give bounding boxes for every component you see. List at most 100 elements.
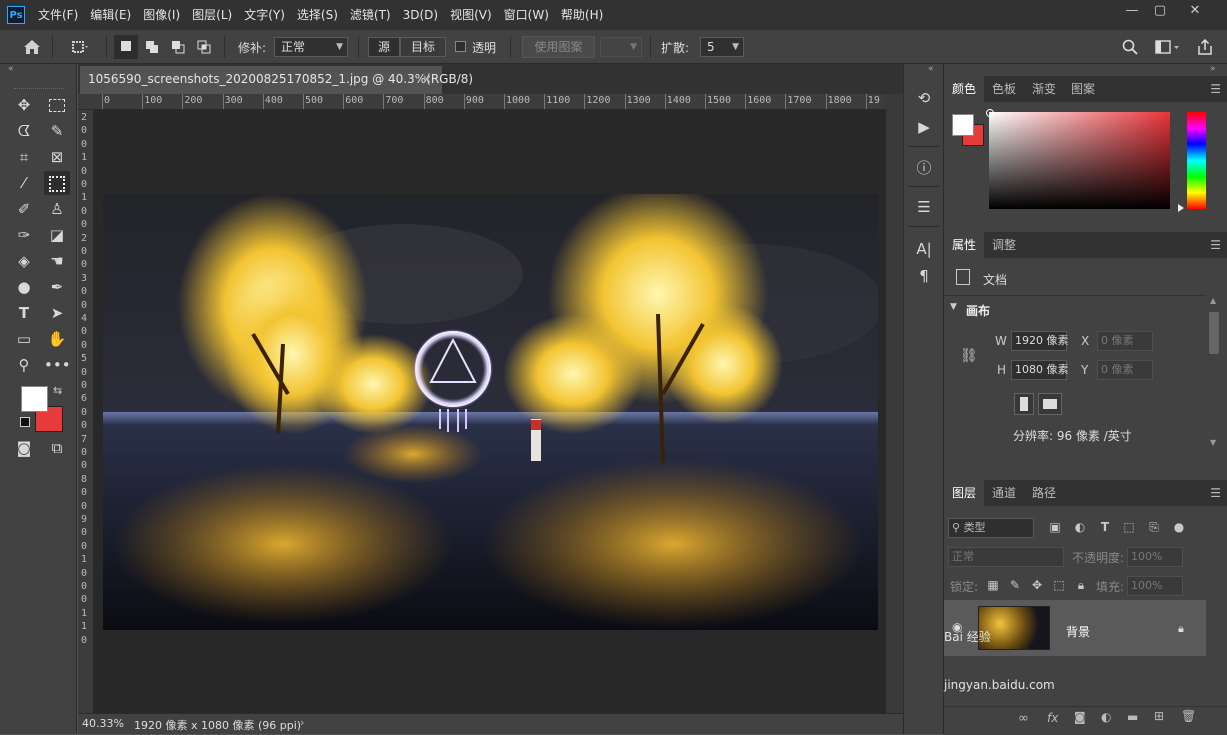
document-tab[interactable]: 1056590_screenshots_20200825170852_1.jpg…: [80, 66, 473, 94]
collapse-icon[interactable]: «: [8, 64, 14, 74]
tab-paths[interactable]: 路径: [1024, 480, 1064, 506]
chevron-down-icon[interactable]: ▼: [950, 302, 957, 312]
new-selection-icon[interactable]: [114, 35, 138, 59]
home-icon[interactable]: [20, 35, 44, 59]
share-icon[interactable]: [1193, 35, 1217, 59]
clone-source-icon[interactable]: ☰: [911, 195, 937, 219]
move-tool-icon[interactable]: ✥: [11, 93, 37, 117]
lasso-tool-icon[interactable]: ᗧ: [11, 119, 37, 143]
type-tool-icon[interactable]: T: [11, 301, 37, 325]
tab-swatches[interactable]: 色板: [984, 76, 1024, 102]
tab-channels[interactable]: 通道: [984, 480, 1024, 506]
patch-mode-select[interactable]: 正常 ▼: [274, 37, 348, 57]
menu-file[interactable]: 文件(F): [32, 0, 84, 30]
portrait-orientation-icon[interactable]: [1014, 393, 1034, 415]
panel-menu-icon[interactable]: ☰: [1210, 76, 1221, 102]
rectangle-tool-icon[interactable]: ▭: [11, 327, 37, 351]
link-layers-icon[interactable]: ∞: [1018, 711, 1029, 726]
canvas-area[interactable]: [94, 110, 886, 713]
status-arrow-icon[interactable]: ›: [300, 716, 304, 729]
height-field[interactable]: 1080 像素: [1011, 360, 1069, 380]
collapse-panels-icon[interactable]: »: [1210, 64, 1216, 74]
scroll-down-icon[interactable]: ▼: [1210, 438, 1216, 447]
workspace-icon[interactable]: [1148, 35, 1188, 59]
filter-smart-object-icon[interactable]: ⎘: [1145, 518, 1163, 536]
screen-mode-icon[interactable]: ⧉: [44, 436, 70, 460]
tab-adjustments[interactable]: 调整: [984, 232, 1024, 258]
hue-slider[interactable]: [1187, 112, 1206, 209]
link-icon[interactable]: ⛓: [960, 348, 978, 364]
filter-pixel-icon[interactable]: ▣: [1046, 518, 1064, 536]
dodge-tool-icon[interactable]: ●: [11, 275, 37, 299]
actions-panel-icon[interactable]: ▶: [911, 115, 937, 139]
eyedropper-tool-icon[interactable]: ⁄: [11, 171, 37, 195]
layer-filter-select[interactable]: ⚲ 类型: [948, 518, 1034, 538]
patch-tool-icon[interactable]: [44, 171, 70, 195]
history-brush-icon[interactable]: ✑: [11, 223, 37, 247]
filter-adjustment-icon[interactable]: ◐: [1071, 518, 1089, 536]
character-panel-icon[interactable]: A|: [911, 237, 937, 261]
intersect-selection-icon[interactable]: [192, 35, 216, 59]
hue-slider-handle[interactable]: [1178, 204, 1184, 212]
landscape-orientation-icon[interactable]: [1038, 393, 1062, 415]
tab-layers[interactable]: 图层: [944, 480, 985, 506]
menu-filter[interactable]: 滤镜(T): [344, 0, 397, 30]
quick-mask-icon[interactable]: ◙: [11, 436, 37, 460]
paint-bucket-icon[interactable]: ◈: [11, 249, 37, 273]
pen-tool-icon[interactable]: ✒: [44, 275, 70, 299]
zoom-tool-icon[interactable]: ⚲: [11, 353, 37, 377]
more-tools-icon[interactable]: •••: [44, 353, 71, 377]
eraser-tool-icon[interactable]: ◪: [44, 223, 70, 247]
collapse-icon[interactable]: «: [928, 64, 934, 74]
quick-select-tool-icon[interactable]: ✎: [44, 119, 70, 143]
adjustment-layer-icon[interactable]: ◐: [1101, 710, 1111, 724]
lock-artboard-icon[interactable]: ⬚: [1050, 576, 1068, 594]
menu-edit[interactable]: 编辑(E): [84, 0, 137, 30]
close-tab-icon[interactable]: ×: [422, 66, 432, 92]
menu-3d[interactable]: 3D(D): [397, 0, 444, 30]
tab-patterns[interactable]: 图案: [1063, 76, 1103, 102]
history-panel-icon[interactable]: ⟲: [911, 86, 937, 110]
pattern-picker[interactable]: ▼: [600, 37, 642, 57]
filter-shape-icon[interactable]: ⬚: [1120, 518, 1138, 536]
tab-gradients[interactable]: 渐变: [1024, 76, 1064, 102]
new-group-icon[interactable]: ▬: [1127, 710, 1138, 724]
vertical-scrollbar[interactable]: [886, 94, 903, 713]
menu-layer[interactable]: 图层(L): [186, 0, 238, 30]
target-button[interactable]: 目标: [400, 37, 446, 57]
patch-tool-preset-icon[interactable]: [60, 35, 100, 59]
crop-tool-icon[interactable]: ⌗: [11, 145, 37, 169]
stamp-tool-icon[interactable]: ♙: [44, 197, 70, 221]
saturation-value-field[interactable]: [989, 112, 1170, 209]
tab-color[interactable]: 颜色: [944, 76, 985, 102]
new-layer-icon[interactable]: ⊞: [1154, 709, 1164, 723]
menu-select[interactable]: 选择(S): [291, 0, 344, 30]
lock-transparency-icon[interactable]: ▦: [984, 576, 1002, 594]
menu-help[interactable]: 帮助(H): [555, 0, 609, 30]
add-mask-icon[interactable]: ◙: [1074, 710, 1086, 724]
source-button[interactable]: 源: [368, 37, 400, 57]
document-image[interactable]: [103, 194, 878, 630]
filter-type-icon[interactable]: T: [1096, 518, 1114, 536]
swap-colors-icon[interactable]: ⇆: [53, 384, 62, 397]
menu-image[interactable]: 图像(I): [137, 0, 186, 30]
lock-all-icon[interactable]: 🔒︎: [1072, 576, 1090, 594]
opacity-field[interactable]: 100%: [1127, 547, 1183, 567]
subtract-selection-icon[interactable]: [166, 35, 190, 59]
menu-window[interactable]: 窗口(W): [498, 0, 555, 30]
hand-tool-icon[interactable]: ✋: [44, 327, 70, 351]
tab-properties[interactable]: 属性: [944, 232, 985, 258]
marquee-tool-icon[interactable]: [44, 93, 70, 117]
blend-mode-select[interactable]: 正常: [948, 547, 1064, 567]
panel-menu-icon[interactable]: ☰: [1210, 480, 1221, 506]
color-picker-handle[interactable]: [986, 109, 994, 117]
lock-pixels-icon[interactable]: ✎: [1006, 576, 1024, 594]
search-icon[interactable]: [1118, 35, 1142, 59]
maximize-icon[interactable]: ▢: [1143, 0, 1177, 24]
add-selection-icon[interactable]: [140, 35, 164, 59]
layer-style-icon[interactable]: fx: [1047, 711, 1058, 725]
color-fg-swatch[interactable]: [952, 114, 974, 136]
y-field[interactable]: 0 像素: [1097, 360, 1153, 380]
brush-tool-icon[interactable]: ✐: [11, 197, 37, 221]
use-pattern-button[interactable]: 使用图案: [522, 36, 595, 58]
